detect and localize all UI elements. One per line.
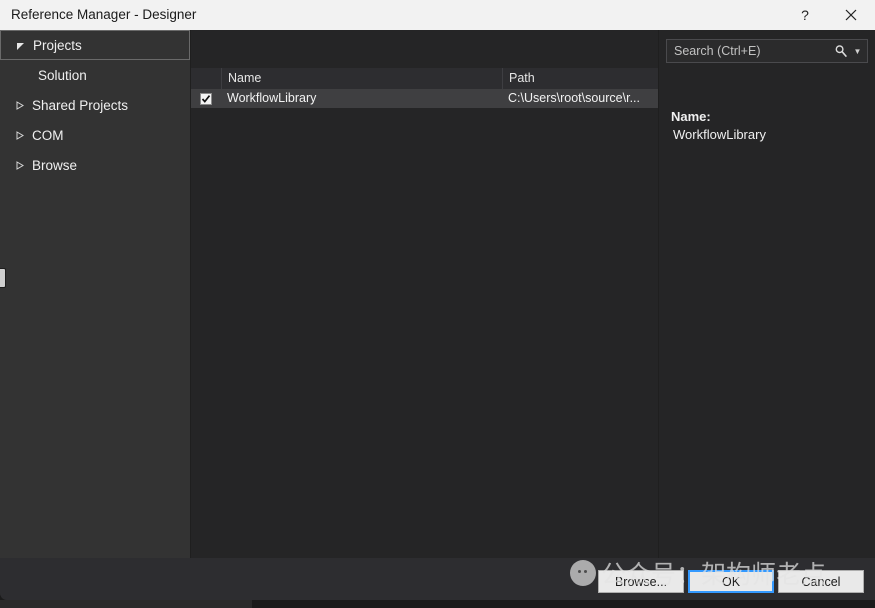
sidebar-item-label: COM bbox=[32, 127, 64, 143]
pane-splitter-grip[interactable] bbox=[0, 268, 6, 288]
detail-name-value: WorkflowLibrary bbox=[673, 127, 766, 142]
close-button[interactable] bbox=[828, 0, 874, 30]
sidebar-item-shared-projects[interactable]: Shared Projects bbox=[0, 90, 190, 120]
category-tree: Projects Solution Shared Projects COM Br… bbox=[0, 30, 191, 558]
list-header-row: Name Path bbox=[191, 68, 658, 90]
sidebar-item-label: Solution bbox=[38, 67, 87, 83]
column-header-name[interactable]: Name bbox=[221, 68, 502, 89]
search-icon[interactable] bbox=[831, 44, 851, 58]
search-box[interactable]: ▼ bbox=[666, 39, 868, 63]
sidebar-item-label: Projects bbox=[33, 37, 82, 53]
desktop-backdrop bbox=[0, 600, 875, 608]
window-title: Reference Manager - Designer bbox=[11, 7, 197, 22]
dialog-footer: Browse... OK Cancel bbox=[0, 558, 875, 600]
column-header-path[interactable]: Path bbox=[502, 68, 658, 89]
triangle-right-icon bbox=[8, 160, 30, 170]
sidebar-item-projects[interactable]: Projects bbox=[0, 30, 190, 60]
sidebar-item-label: Browse bbox=[32, 157, 78, 173]
close-icon bbox=[845, 9, 857, 21]
taskbar-strip bbox=[0, 600, 252, 608]
reference-manager-dialog: Reference Manager - Designer ? Projects … bbox=[0, 0, 875, 600]
triangle-right-icon bbox=[8, 100, 30, 110]
browse-button[interactable]: Browse... bbox=[598, 570, 684, 593]
sidebar-item-solution[interactable]: Solution bbox=[0, 60, 190, 90]
question-mark-icon: ? bbox=[801, 7, 809, 23]
table-row[interactable]: WorkflowLibrary C:\Users\root\source\r..… bbox=[191, 89, 658, 108]
row-name: WorkflowLibrary bbox=[227, 91, 317, 105]
detail-name-label: Name: bbox=[671, 109, 711, 124]
cancel-button[interactable]: Cancel bbox=[778, 570, 864, 593]
checkbox-checked-icon[interactable] bbox=[200, 92, 212, 105]
detail-pane: ▼ Name: WorkflowLibrary bbox=[659, 30, 875, 558]
row-checkbox-cell[interactable] bbox=[191, 89, 221, 108]
sidebar-item-label: Shared Projects bbox=[32, 97, 129, 113]
sidebar-item-browse[interactable]: Browse bbox=[0, 150, 190, 180]
chevron-down-icon[interactable]: ▼ bbox=[851, 47, 867, 56]
ok-button[interactable]: OK bbox=[688, 570, 774, 593]
help-button[interactable]: ? bbox=[782, 0, 828, 30]
row-path: C:\Users\root\source\r... bbox=[508, 91, 640, 105]
sidebar-item-com[interactable]: COM bbox=[0, 120, 190, 150]
column-header-check[interactable] bbox=[191, 68, 221, 89]
title-bar[interactable]: Reference Manager - Designer ? bbox=[0, 0, 875, 31]
reference-list-pane: Name Path WorkflowLibrary C:\Users\root\… bbox=[191, 30, 659, 558]
triangle-down-icon bbox=[9, 41, 31, 50]
search-input[interactable] bbox=[667, 44, 831, 58]
triangle-right-icon bbox=[8, 130, 30, 140]
